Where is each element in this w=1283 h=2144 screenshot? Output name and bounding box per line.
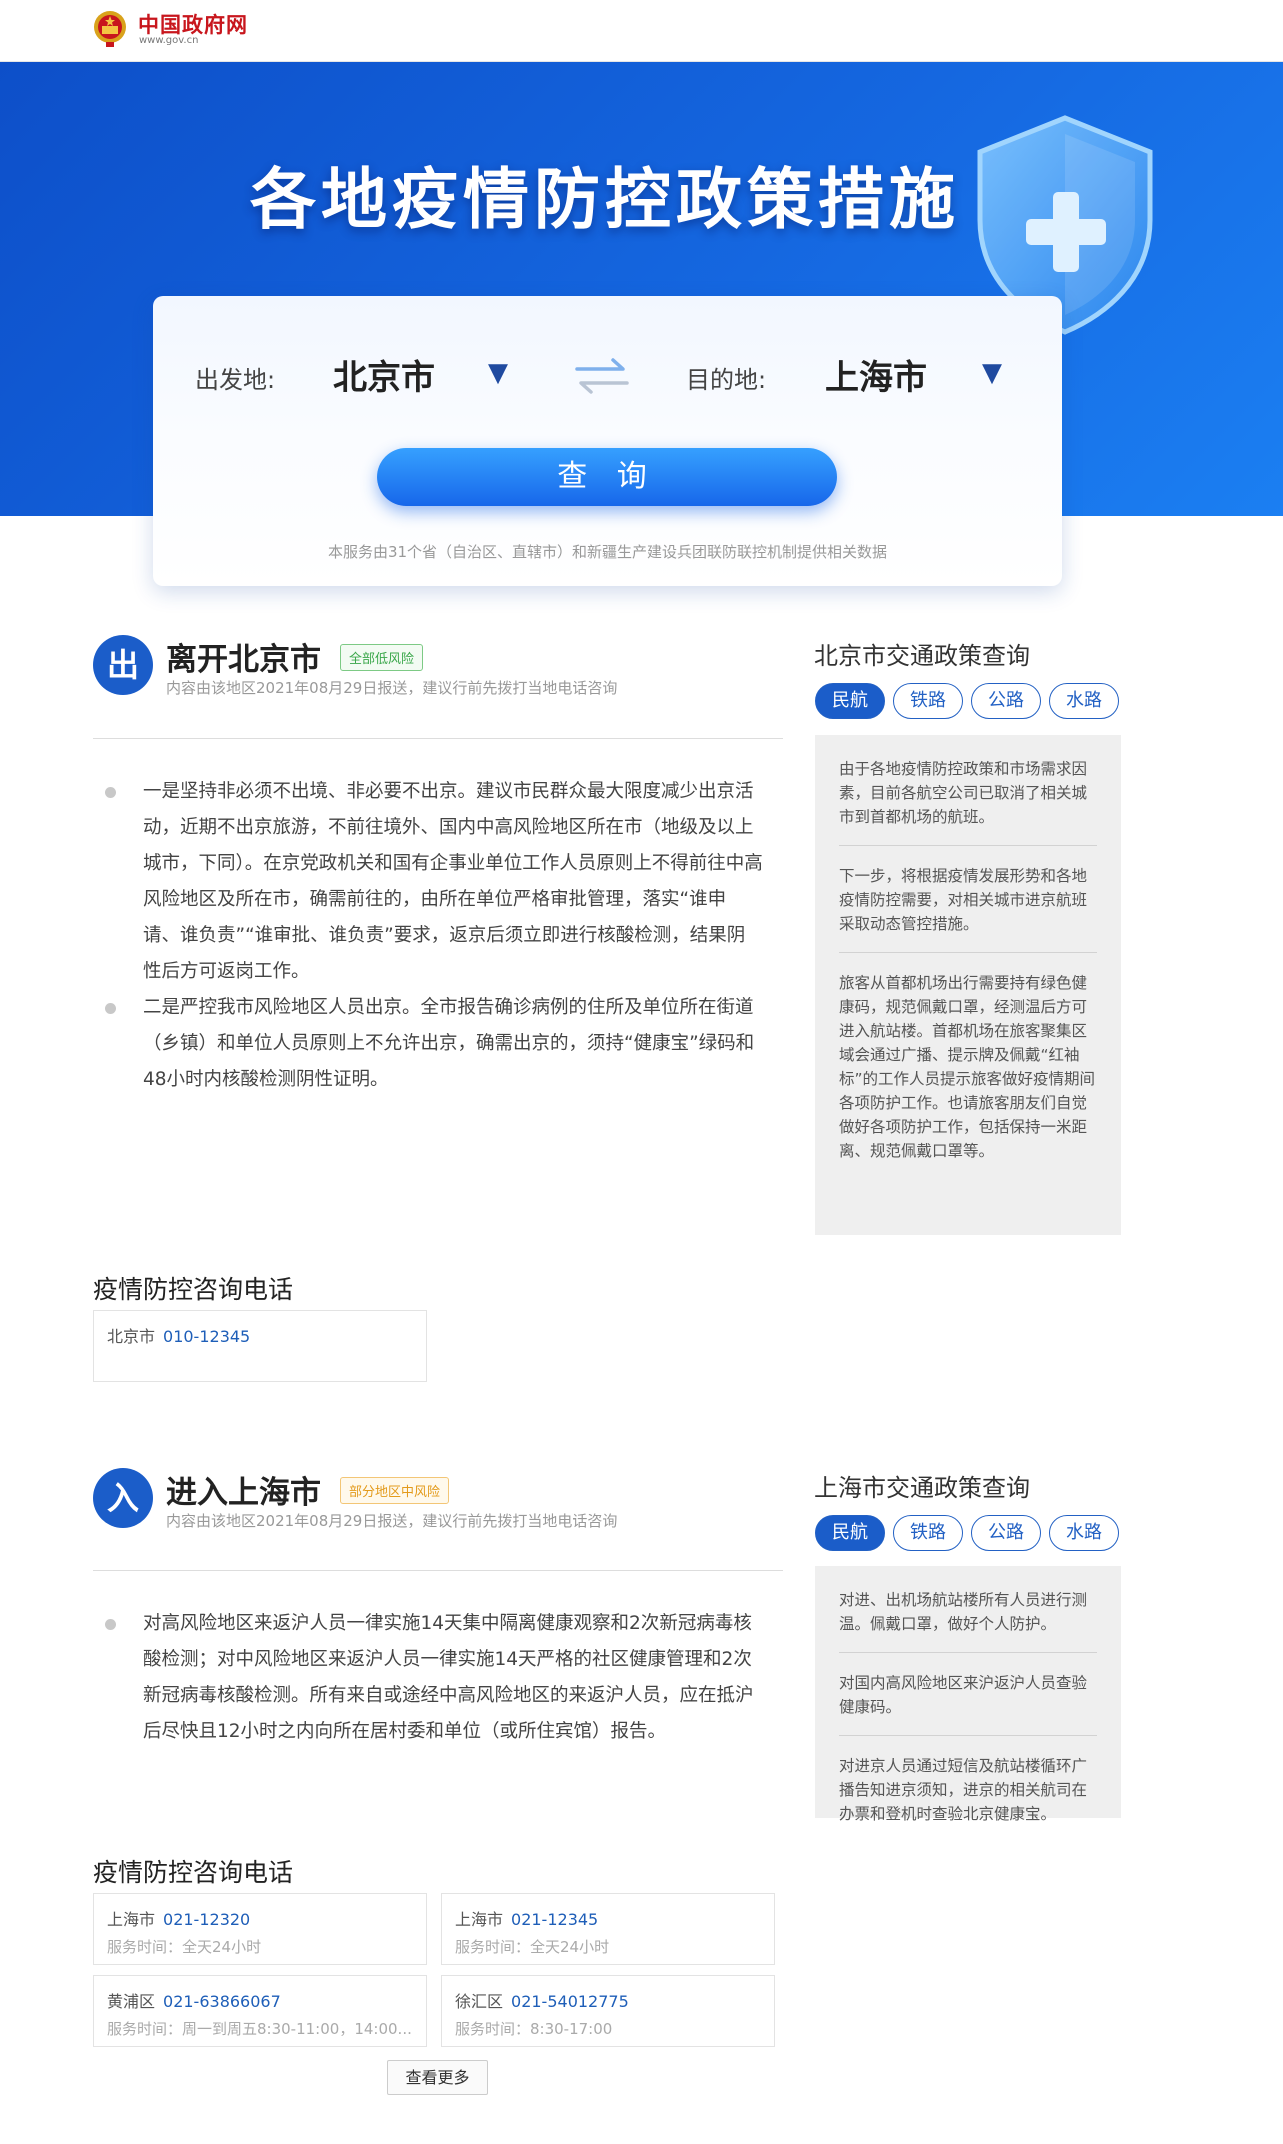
- divider: [93, 738, 783, 739]
- tab-highway[interactable]: 公路: [971, 1515, 1041, 1551]
- enter-policy-list: 对高风险地区来返沪人员一律实施14天集中隔离健康观察和2次新冠病毒核酸检测；对中…: [103, 1606, 763, 1750]
- query-button[interactable]: 查 询: [377, 448, 837, 506]
- leave-title: 离开北京市: [166, 642, 321, 678]
- from-city-select[interactable]: 北京市: [333, 350, 435, 399]
- site-header: 中国政府网 www.gov.cn: [0, 0, 1283, 62]
- phone-number[interactable]: 021-54012775: [511, 1992, 629, 2011]
- phone-hours: 服务时间：全天24小时: [455, 1938, 610, 1956]
- leave-icon: 出: [93, 635, 153, 695]
- leave-transport-title: 北京市交通政策查询: [814, 642, 1030, 670]
- policy-paragraph: 由于各地疫情防控政策和市场需求因素，目前各航空公司已取消了相关城市到首都机场的航…: [839, 749, 1097, 846]
- view-more-button[interactable]: 查看更多: [387, 2060, 488, 2095]
- policy-paragraph: 下一步，将根据疫情发展形势和各地疫情防控需要，对相关城市进京航班采取动态管控措施…: [839, 856, 1097, 953]
- enter-phones-title: 疫情防控咨询电话: [93, 1858, 294, 1887]
- phone-card: 上海市 021-12320 服务时间：全天24小时: [93, 1893, 427, 1965]
- tab-waterway[interactable]: 水路: [1049, 1515, 1119, 1551]
- risk-badge: 全部低风险: [340, 644, 424, 671]
- phone-hours: 服务时间：周一到周五8:30-11:00，14:00...: [107, 2020, 412, 2038]
- leave-policy-list: 一是坚持非必须不出境、非必要不出京。建议市民群众最大限度减少出京活动，近期不出京…: [103, 774, 763, 1098]
- tab-railway[interactable]: 铁路: [893, 1515, 963, 1551]
- enter-icon: 入: [93, 1468, 153, 1528]
- divider: [93, 1570, 783, 1571]
- phone-card: 黄浦区 021-63866067 服务时间：周一到周五8:30-11:00，14:…: [93, 1975, 427, 2047]
- service-note: 本服务由31个省（自治区、直辖市）和新疆生产建设兵团联防联控机制提供相关数据: [327, 543, 888, 561]
- phone-city: 上海市: [455, 1910, 504, 1929]
- phone-card: 上海市 021-12345 服务时间：全天24小时: [441, 1893, 775, 1965]
- to-city-select[interactable]: 上海市: [825, 350, 927, 399]
- policy-paragraph: 旅客从首都机场出行需要持有绿色健康码，规范佩戴口罩，经测温后方可进入航站楼。首都…: [839, 974, 1096, 1160]
- enter-transport-panel: 对进、出机场航站楼所有人员进行测温。佩戴口罩，做好个人防护。 对国内高风险地区来…: [815, 1566, 1121, 1823]
- phone-number[interactable]: 021-12345: [511, 1910, 598, 1929]
- list-item: 一是坚持非必须不出境、非必要不出京。建议市民群众最大限度减少出京活动，近期不出京…: [103, 774, 763, 990]
- phone-city: 北京市: [107, 1327, 156, 1346]
- phone-city: 黄浦区: [107, 1992, 156, 2011]
- phone-hours: 服务时间：8:30-17:00: [455, 2020, 613, 2038]
- from-dropdown-icon[interactable]: ▼: [488, 358, 508, 388]
- route-search-card: 出发地: 北京市 ▼ 目的地: 上海市 ▼ 查 询 本服务由31个省（自治区、直…: [153, 296, 1062, 586]
- tab-waterway[interactable]: 水路: [1049, 683, 1119, 719]
- leave-transport-panel: 由于各地疫情防控政策和市场需求因素，目前各航空公司已取消了相关城市到首都机场的航…: [815, 735, 1121, 1235]
- list-item: 二是严控我市风险地区人员出京。全市报告确诊病例的住所及单位所在街道（乡镇）和单位…: [103, 990, 763, 1098]
- enter-title: 进入上海市: [166, 1475, 321, 1511]
- to-dropdown-icon[interactable]: ▼: [982, 358, 1002, 388]
- phone-number[interactable]: 021-12320: [163, 1910, 250, 1929]
- enter-subtitle: 内容由该地区2021年08月29日报送，建议行前先拨打当地电话咨询: [166, 1512, 618, 1530]
- tab-highway[interactable]: 公路: [971, 683, 1041, 719]
- tab-civil-aviation[interactable]: 民航: [815, 1515, 885, 1551]
- phone-hours: 服务时间：全天24小时: [107, 1938, 262, 1956]
- phone-number[interactable]: 010-12345: [163, 1327, 250, 1346]
- risk-badge: 部分地区中风险: [340, 1477, 450, 1504]
- policy-paragraph: 对国内高风险地区来沪返沪人员查验健康码。: [839, 1663, 1097, 1736]
- tab-railway[interactable]: 铁路: [893, 683, 963, 719]
- site-url: www.gov.cn: [139, 35, 199, 46]
- policy-paragraph: 对进、出机场航站楼所有人员进行测温。佩戴口罩，做好个人防护。: [839, 1580, 1097, 1653]
- tab-civil-aviation[interactable]: 民航: [815, 683, 885, 719]
- leave-subtitle: 内容由该地区2021年08月29日报送，建议行前先拨打当地电话咨询: [166, 679, 618, 697]
- from-label: 出发地:: [195, 366, 276, 394]
- phone-city: 徐汇区: [455, 1992, 504, 2011]
- phone-city: 上海市: [107, 1910, 156, 1929]
- phone-card: 徐汇区 021-54012775 服务时间：8:30-17:00: [441, 1975, 775, 2047]
- phone-number[interactable]: 021-63866067: [163, 1992, 281, 2011]
- swap-icon[interactable]: [573, 356, 631, 396]
- enter-transport-title: 上海市交通政策查询: [814, 1474, 1030, 1502]
- to-label: 目的地:: [686, 366, 767, 394]
- national-emblem-icon[interactable]: [92, 8, 128, 48]
- list-item: 对高风险地区来返沪人员一律实施14天集中隔离健康观察和2次新冠病毒核酸检测；对中…: [103, 1606, 763, 1750]
- leave-phones-title: 疫情防控咨询电话: [93, 1275, 294, 1304]
- phone-card: 北京市 010-12345: [93, 1310, 427, 1382]
- policy-paragraph: 对进京人员通过短信及航站楼循环广播告知进京须知，进京的相关航司在办票和登机时查验…: [839, 1757, 1088, 1823]
